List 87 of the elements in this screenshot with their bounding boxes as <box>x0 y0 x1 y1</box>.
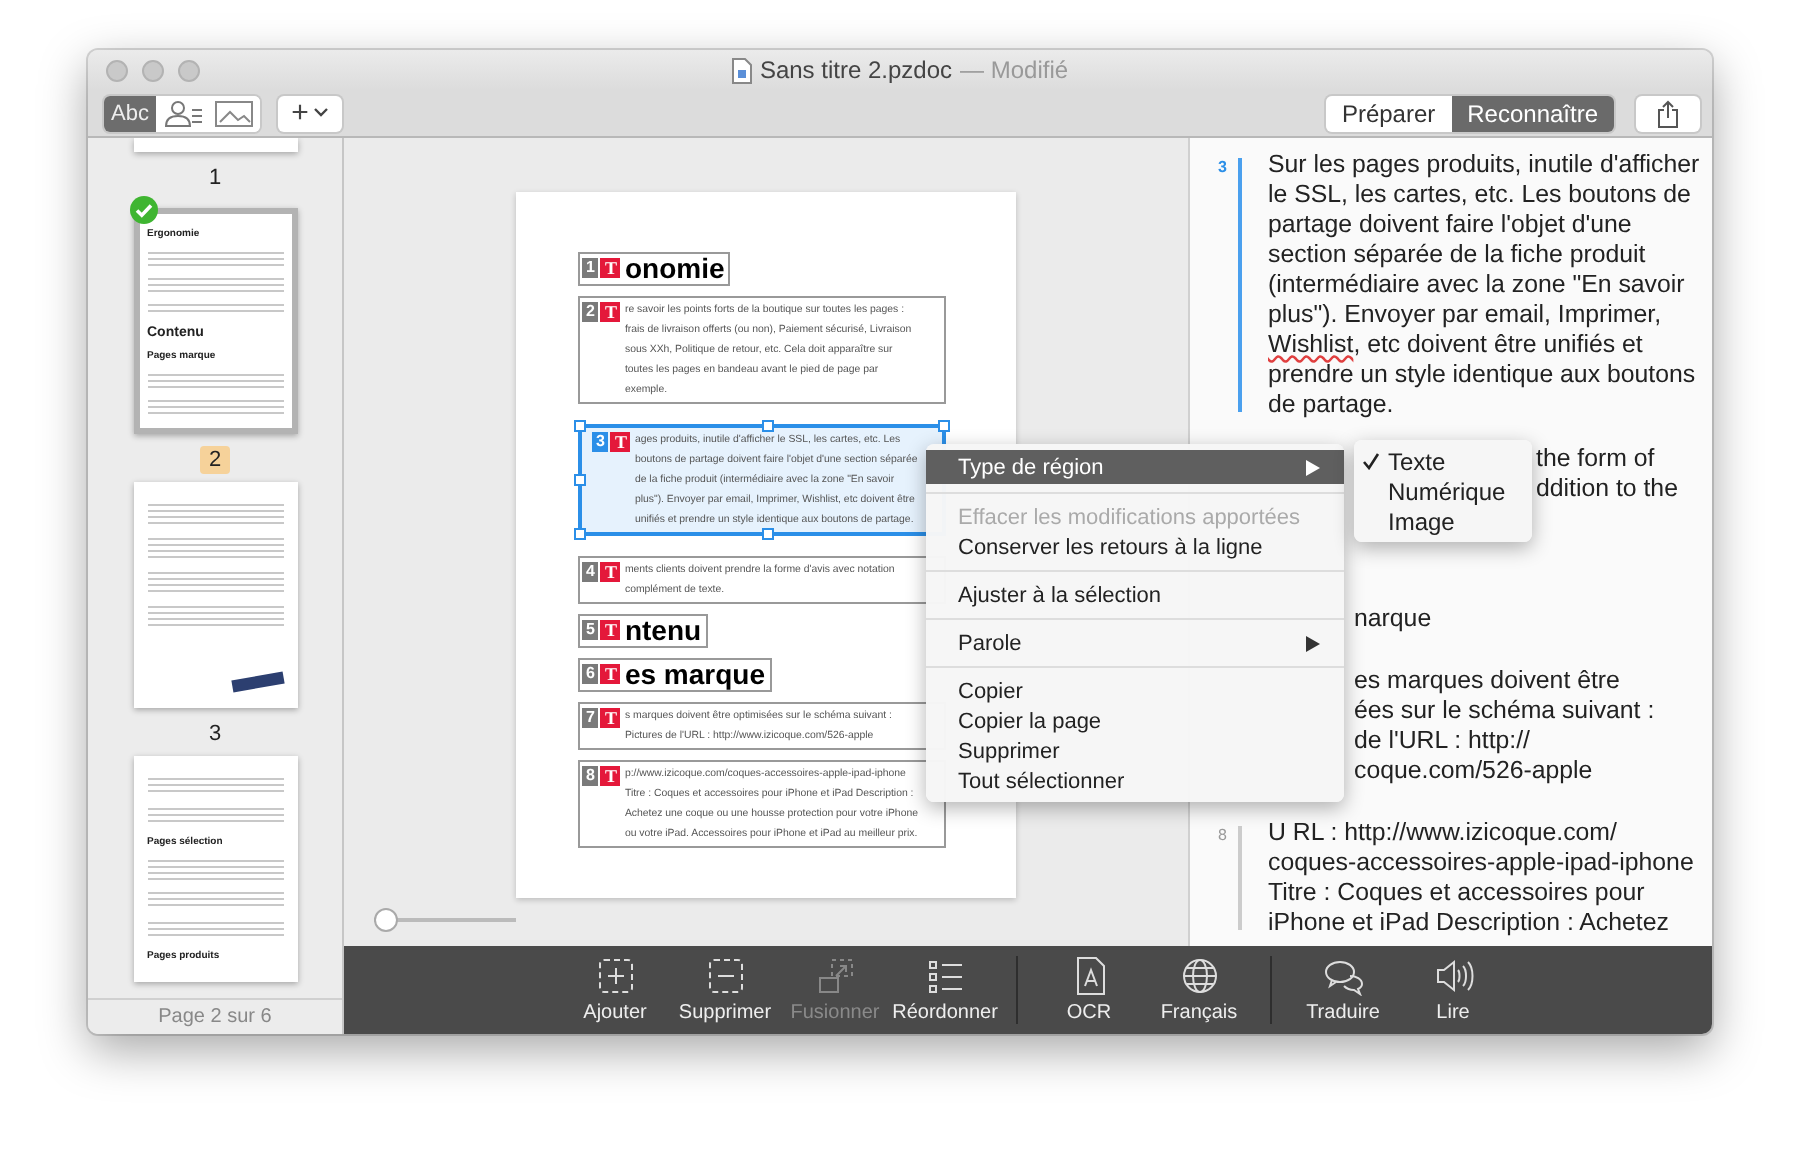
menu-item[interactable]: Texte <box>1354 446 1532 476</box>
resize-handle[interactable] <box>762 420 774 432</box>
add-menu-button[interactable]: + <box>278 95 342 131</box>
text-region[interactable]: 5 T ntenu <box>578 614 708 648</box>
region-number: 2 <box>582 302 599 322</box>
region-heading: ntenu <box>624 616 702 646</box>
remove-region-icon <box>705 956 745 996</box>
menu-item[interactable]: Parole <box>926 628 1344 658</box>
paragraph-text: U RL : http://www.izicoque.com/ coques-accessoires-apple-ipad-iphone Titre : Coques et accessoires pour iPhone et iPad Description : Achetez <box>1268 818 1696 938</box>
window-control-button[interactable] <box>142 59 164 81</box>
region-number: 5 <box>582 620 599 640</box>
toolbar-button[interactable]: Lire <box>1398 956 1508 1024</box>
document-icon <box>731 57 752 83</box>
caret-icon <box>314 108 329 118</box>
text-region[interactable] <box>578 760 946 848</box>
page-thumbnail[interactable] <box>133 482 297 708</box>
toolbar-button[interactable]: Réordonner <box>890 956 1000 1024</box>
paragraph-text: narque <box>1354 604 1432 634</box>
text-region[interactable] <box>578 296 946 404</box>
paragraph-text: es marques doivent être <box>1354 666 1620 696</box>
paragraph-number: 8 <box>1218 824 1229 848</box>
page-number: 3 <box>206 720 224 748</box>
text-type-tag: T <box>600 766 621 786</box>
list-icon <box>925 956 965 996</box>
toolbar-button[interactable]: Français <box>1144 956 1254 1024</box>
mode-tab[interactable]: Reconnaître <box>1451 95 1614 131</box>
text-type-tag: T <box>600 664 621 684</box>
page-number: 1 <box>206 164 224 192</box>
resize-handle[interactable] <box>574 474 586 487</box>
picture-icon <box>213 97 255 129</box>
toolbar-button[interactable]: OCR <box>1034 956 1144 1024</box>
text-type-tag: T <box>600 620 621 640</box>
menu-item[interactable]: Numérique <box>1354 476 1532 506</box>
mode-tab[interactable]: Préparer <box>1325 95 1452 131</box>
page-number: 2 <box>200 446 230 474</box>
paragraph-text: ddition to the <box>1536 474 1678 504</box>
region-number: 7 <box>582 708 599 728</box>
window-control-button[interactable] <box>106 59 128 81</box>
region-heading: onomie <box>624 254 725 284</box>
menu-item[interactable]: Tout sélectionner <box>926 766 1344 796</box>
resize-handle[interactable] <box>574 528 586 540</box>
resize-handle[interactable] <box>762 528 774 540</box>
text-type-tag: T <box>600 302 621 322</box>
toolbar-button[interactable]: Supprimer <box>670 956 780 1024</box>
resize-handle[interactable] <box>574 420 586 432</box>
window-control-button[interactable] <box>178 59 200 81</box>
paragraph-number: 3 <box>1218 156 1229 180</box>
text-mode-button[interactable]: Abc <box>104 95 156 131</box>
paragraph-text: de l'URL : http:// <box>1354 726 1530 756</box>
speech-bubbles-icon <box>1323 956 1363 996</box>
toolbar-button[interactable]: Traduire <box>1288 956 1398 1024</box>
page-counter: Page 2 sur 6 <box>88 998 342 1034</box>
menu-item[interactable]: Conserver les retours à la ligne <box>926 532 1344 562</box>
resize-handle[interactable] <box>938 420 950 432</box>
speaker-icon <box>1433 956 1473 996</box>
text-region[interactable] <box>578 424 946 536</box>
menu-item[interactable]: Image <box>1354 506 1532 536</box>
add-region-icon <box>595 956 635 996</box>
paragraph-text: coque.com/526-apple <box>1354 756 1593 786</box>
text-type-tag: T <box>600 562 621 582</box>
menu-item[interactable]: Copier <box>926 676 1344 706</box>
menu-item[interactable]: Type de région <box>926 450 1344 484</box>
photo-placeholder <box>230 671 284 693</box>
region-number: 3 <box>592 432 609 452</box>
text-type-tag: T <box>600 708 621 728</box>
merge-icon <box>815 956 855 996</box>
region-number: 1 <box>582 258 599 278</box>
paragraph-text: ées sur le schéma suivant : <box>1354 696 1655 726</box>
region-heading: es marque <box>624 660 766 690</box>
slider-thumb[interactable] <box>374 908 398 932</box>
paragraph-text: Sur les pages produits, inutile d'afficher le SSL, les cartes, etc. Les boutons de partage doivent faire l'objet d'une section séparée de la fiche produit (intermédiaire avec la zone "En savoir plus"). Envoyer par email, Imprimer, Wishlist, etc doivent être unifiés et prendre un style identique aux boutons de partage. <box>1268 150 1702 420</box>
page-thumbnail[interactable] <box>133 138 297 152</box>
person-list-icon <box>161 97 203 129</box>
toolbar-button[interactable]: Ajouter <box>560 956 670 1024</box>
text-type-tag: T <box>600 258 621 278</box>
window-title: Sans titre 2.pzdoc <box>759 56 953 84</box>
region-number: 8 <box>582 766 599 786</box>
text-region[interactable]: 1 T onomie <box>578 252 731 286</box>
region-number: 4 <box>582 562 599 582</box>
document-status: — Modifié <box>960 56 1069 84</box>
region-number: 6 <box>582 664 599 684</box>
share-icon <box>1656 99 1680 127</box>
text-type-tag: T <box>610 432 631 452</box>
share-button[interactable] <box>1636 95 1700 131</box>
globe-icon <box>1179 956 1219 996</box>
paragraph-text: the form of <box>1536 444 1655 474</box>
text-region[interactable]: 6 T es marque <box>578 658 772 692</box>
